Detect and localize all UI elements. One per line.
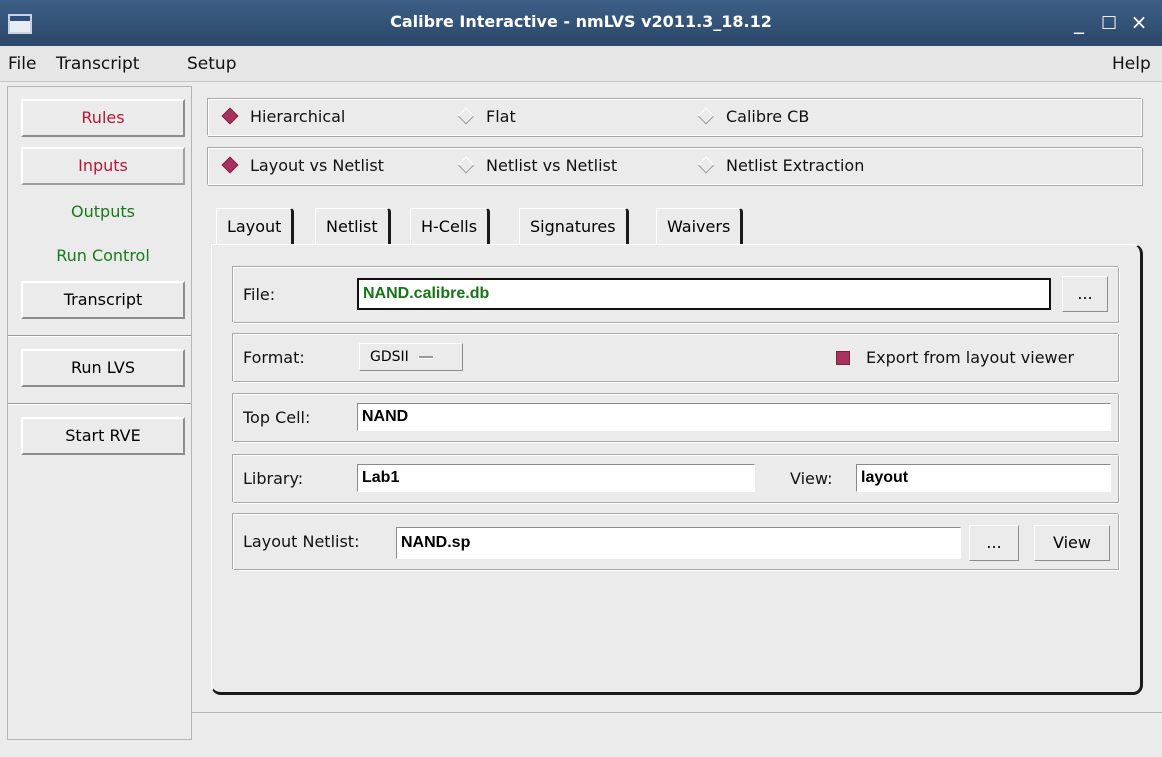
format-select[interactable]: GDSII <box>359 343 463 371</box>
layout-netlist-row: Layout Netlist: NAND.sp ... View <box>233 514 1119 570</box>
radio-unselected-icon <box>457 107 475 125</box>
tab-signatures[interactable]: Signatures <box>519 208 629 244</box>
netlist-view-button[interactable]: View <box>1034 525 1110 561</box>
mode-radio-group: Hierarchical Flat Calibre CB <box>207 98 1142 136</box>
netlist-browse-button[interactable]: ... <box>969 525 1019 561</box>
layout-netlist-label: Layout Netlist: <box>243 532 360 551</box>
tab-layout[interactable]: Layout <box>216 208 295 248</box>
sidebar-item-run-control[interactable]: Run Control <box>21 237 185 275</box>
menu-transcript[interactable]: Transcript <box>56 54 139 74</box>
menu-help[interactable]: Help <box>1112 54 1151 74</box>
menu-help-label: Help <box>1112 54 1151 74</box>
sidebar-item-rules[interactable]: Rules <box>21 99 185 137</box>
radio-netlist-extraction[interactable]: Netlist Extraction <box>697 156 865 175</box>
radio-calibre-cb-label: Calibre CB <box>726 107 810 126</box>
tab-netlist[interactable]: Netlist <box>315 208 391 244</box>
top-cell-label: Top Cell: <box>243 408 311 427</box>
format-label: Format: <box>243 348 305 367</box>
tab-waivers[interactable]: Waivers <box>656 208 744 244</box>
radio-layout-vs-netlist-label: Layout vs Netlist <box>250 156 384 175</box>
radio-unselected-icon <box>457 156 475 174</box>
sidebar: Rules Inputs Outputs Run Control Transcr… <box>7 86 192 740</box>
top-cell-input[interactable]: NAND <box>357 403 1111 431</box>
tab-h-cells[interactable]: H-Cells <box>410 208 491 244</box>
radio-netlist-extraction-label: Netlist Extraction <box>726 156 865 175</box>
sidebar-item-inputs[interactable]: Inputs <box>21 147 185 185</box>
title-bar: Calibre Interactive - nmLVS v2011.3_18.1… <box>0 0 1162 46</box>
sidebar-divider <box>8 403 191 405</box>
menu-setup[interactable]: Setup <box>187 54 236 74</box>
library-input[interactable]: Lab1 <box>357 464 755 492</box>
radio-hierarchical[interactable]: Hierarchical <box>221 107 346 126</box>
run-lvs-button[interactable]: Run LVS <box>21 349 185 387</box>
minimize-icon[interactable]: _ <box>1068 10 1090 34</box>
file-row: File: NAND.calibre.db ... <box>233 267 1119 323</box>
start-rve-button[interactable]: Start RVE <box>21 417 185 455</box>
radio-unselected-icon <box>697 107 715 125</box>
format-row: Format: GDSII Export from layout viewer <box>233 334 1119 382</box>
file-input[interactable]: NAND.calibre.db <box>357 278 1051 310</box>
radio-hierarchical-label: Hierarchical <box>250 107 346 126</box>
radio-netlist-vs-netlist-label: Netlist vs Netlist <box>486 156 618 175</box>
dropdown-indicator-icon <box>418 355 433 359</box>
view-label: View: <box>790 469 833 488</box>
maximize-icon[interactable]: □ <box>1098 10 1120 34</box>
view-input[interactable]: layout <box>856 464 1111 492</box>
radio-calibre-cb[interactable]: Calibre CB <box>697 107 810 126</box>
format-select-value: GDSII <box>370 349 409 365</box>
radio-layout-vs-netlist[interactable]: Layout vs Netlist <box>221 156 384 175</box>
radio-selected-icon <box>221 156 239 174</box>
export-label: Export from layout viewer <box>866 348 1075 367</box>
radio-flat-label: Flat <box>486 107 516 126</box>
file-label: File: <box>243 285 276 304</box>
menu-file[interactable]: File <box>8 54 36 74</box>
radio-selected-icon <box>221 107 239 125</box>
top-cell-row: Top Cell: NAND <box>233 394 1119 442</box>
file-browse-button[interactable]: ... <box>1062 276 1108 312</box>
layout-netlist-input[interactable]: NAND.sp <box>396 527 961 559</box>
library-label: Library: <box>243 469 304 488</box>
menu-bar: File Transcript Setup Help <box>0 46 1162 82</box>
radio-unselected-icon <box>697 156 715 174</box>
sidebar-item-transcript[interactable]: Transcript <box>21 281 185 319</box>
menu-transcript-label: Transcript <box>56 54 140 74</box>
sidebar-divider <box>8 335 191 337</box>
sidebar-item-outputs[interactable]: Outputs <box>21 193 185 231</box>
menu-setup-label: Setup <box>187 54 237 74</box>
export-checkbox[interactable] <box>836 351 850 365</box>
window-title: Calibre Interactive - nmLVS v2011.3_18.1… <box>390 12 772 31</box>
close-icon[interactable]: × <box>1128 10 1150 34</box>
radio-flat[interactable]: Flat <box>457 107 516 126</box>
library-row: Library: Lab1 View: layout <box>233 455 1119 503</box>
radio-netlist-vs-netlist[interactable]: Netlist vs Netlist <box>457 156 618 175</box>
comparison-radio-group: Layout vs Netlist Netlist vs Netlist Net… <box>207 147 1142 185</box>
menu-file-label: File <box>8 54 37 74</box>
status-bar <box>192 712 1162 740</box>
